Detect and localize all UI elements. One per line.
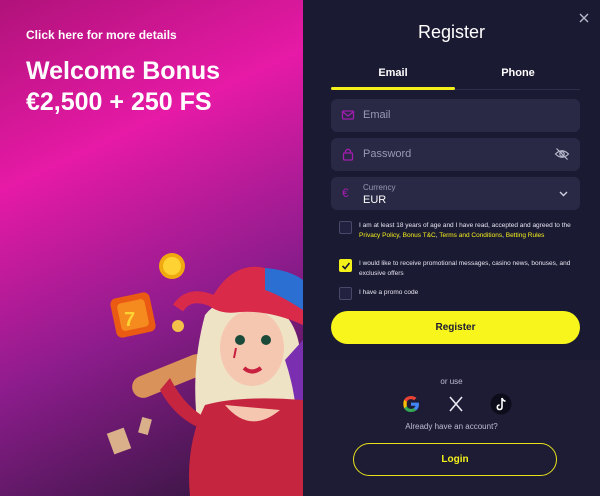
eye-off-icon[interactable]	[554, 146, 570, 162]
age-terms-text: I am at least 18 years of age and I have…	[359, 222, 571, 239]
svg-text:7: 7	[124, 309, 135, 331]
register-panel: Register Email Phone Email Password € Cu…	[303, 0, 600, 496]
currency-value: EUR	[363, 194, 387, 206]
terms-link[interactable]: Terms and Conditions	[439, 232, 502, 239]
login-button[interactable]: Login	[353, 443, 557, 476]
chevron-down-icon	[559, 191, 568, 197]
checkmark-icon	[341, 262, 351, 270]
mail-icon	[341, 110, 355, 120]
bonus-tc-link[interactable]: Bonus T&C	[403, 232, 436, 239]
email-field[interactable]: Email	[331, 99, 580, 132]
tab-phone[interactable]: Phone	[456, 64, 580, 90]
coin-icon	[159, 253, 185, 279]
betting-rules-link[interactable]: Betting Rules	[506, 232, 545, 239]
privacy-policy-link[interactable]: Privacy Policy	[359, 232, 399, 239]
already-account-text: Already have an account?	[405, 422, 498, 431]
register-modal: Click here for more details Welcome Bonu…	[0, 0, 600, 496]
promo-messages-checkbox[interactable]	[339, 259, 352, 272]
promo-title-line1: Welcome Bonus	[26, 57, 221, 85]
promo-code-text: I have a promo code	[359, 289, 419, 296]
register-title: Register	[417, 22, 486, 42]
dice-icon: 7	[110, 292, 156, 338]
promo-code-checkbox[interactable]	[339, 287, 352, 300]
promo-title-line2: €2,500 + 250 FS	[26, 88, 212, 116]
euro-icon: €	[342, 186, 349, 200]
jester-illustration: 7	[106, 253, 303, 496]
lock-icon	[342, 148, 354, 161]
register-button[interactable]: Register	[331, 311, 580, 344]
tiktok-icon[interactable]	[490, 393, 512, 415]
google-icon[interactable]	[400, 393, 422, 415]
email-placeholder: Email	[363, 109, 391, 121]
age-terms-checkbox[interactable]	[339, 221, 352, 234]
currency-label: Currency	[363, 183, 396, 192]
promo-panel[interactable]: Click here for more details Welcome Bonu…	[0, 0, 303, 496]
or-use-label: or use	[440, 377, 463, 386]
x-icon[interactable]	[445, 393, 467, 415]
password-placeholder: Password	[363, 148, 412, 160]
password-field[interactable]: Password	[331, 138, 580, 171]
register-tabs: Email Phone	[331, 64, 580, 90]
promo-title: Welcome Bonus €2,500 + 250 FS	[26, 56, 220, 118]
currency-select[interactable]: € Currency EUR	[331, 177, 580, 210]
active-tab-indicator	[331, 87, 455, 90]
promo-messages-text: I would like to receive promotional mess…	[359, 260, 571, 277]
promo-details-link[interactable]: Click here for more details	[26, 28, 177, 42]
